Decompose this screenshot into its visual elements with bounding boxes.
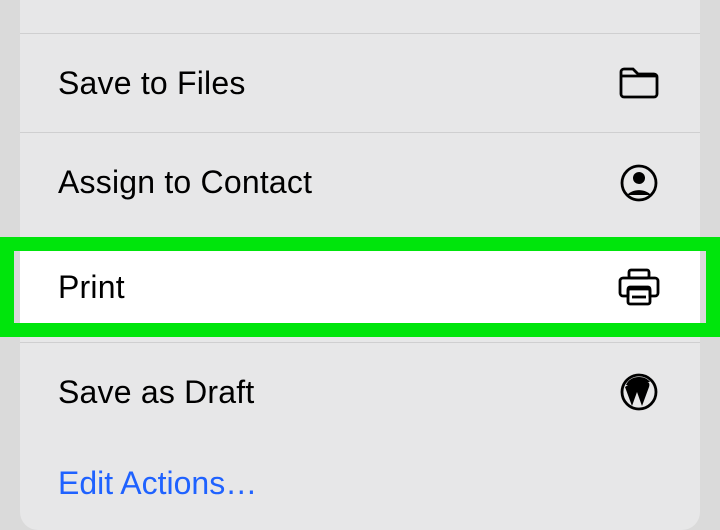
- action-label: Print: [58, 269, 125, 306]
- action-save-as-draft[interactable]: Save as Draft: [20, 342, 700, 441]
- printer-icon: [616, 264, 662, 310]
- action-assign-to-contact[interactable]: Assign to Contact: [20, 133, 700, 232]
- action-label: Assign to Contact: [58, 164, 312, 201]
- edit-actions-label: Edit Actions…: [58, 465, 257, 501]
- row-fragment-top: [20, 0, 700, 34]
- action-label: Save as Draft: [58, 374, 254, 411]
- highlighted-action: Print: [20, 237, 700, 337]
- action-save-to-files[interactable]: Save to Files: [20, 34, 700, 133]
- action-print[interactable]: Print: [20, 237, 700, 337]
- share-sheet: Save to Files Assign to Contact Print: [20, 0, 700, 530]
- wordpress-icon: [616, 369, 662, 415]
- edit-actions-link[interactable]: Edit Actions…: [20, 441, 700, 502]
- action-label: Save to Files: [58, 65, 246, 102]
- contact-icon: [616, 160, 662, 206]
- folder-icon: [616, 60, 662, 106]
